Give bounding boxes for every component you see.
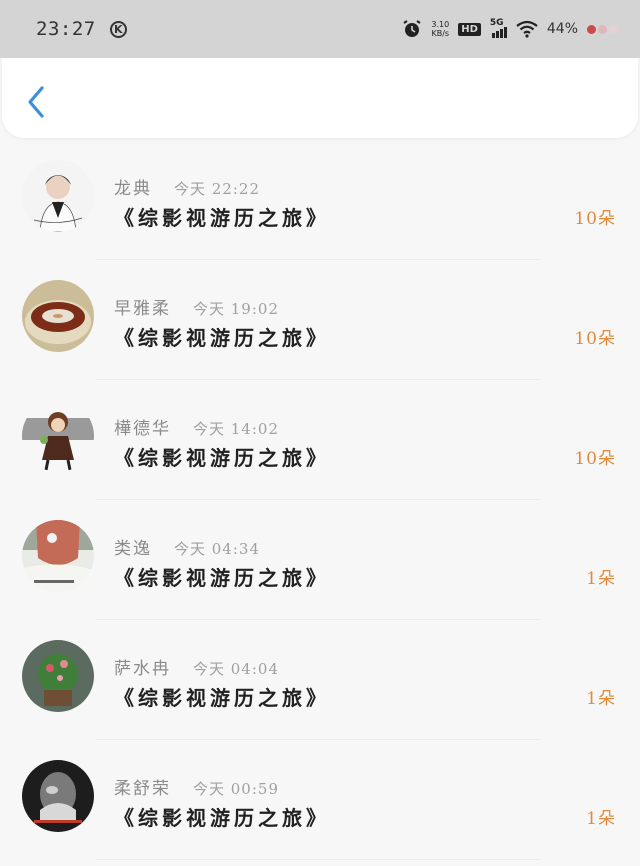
book-title: 《综影视游历之旅》 <box>114 566 330 590</box>
sender-name: 早雅柔 <box>114 299 171 319</box>
sender-line: 樺德华 今天 14:02 <box>114 414 279 439</box>
gift-time: 今天 14:02 <box>193 420 279 438</box>
gift-time: 今天 19:02 <box>193 300 279 318</box>
header-bar <box>2 58 638 138</box>
list-item[interactable]: 早雅柔 今天 19:02 《综影视游历之旅》 10朵 <box>0 260 640 380</box>
status-time: 23:27 <box>36 18 96 40</box>
avatar[interactable] <box>22 400 94 472</box>
sender-line: 柔舒荣 今天 00:59 <box>114 774 279 799</box>
gift-time: 今天 04:34 <box>174 540 260 558</box>
sender-name: 龙典 <box>114 179 152 199</box>
book-title: 《综影视游历之旅》 <box>114 806 330 830</box>
book-title: 《综影视游历之旅》 <box>114 326 330 350</box>
sender-line: 萨水冉 今天 04:04 <box>114 654 279 679</box>
flower-count: 10朵 <box>574 329 616 349</box>
status-bar: 23:27 K 3.10 KB/s HD 5G 44% <box>0 0 640 58</box>
flower-count: 1朵 <box>586 809 616 829</box>
gift-time: 今天 04:04 <box>193 660 279 678</box>
battery-icon <box>587 24 618 34</box>
alarm-icon <box>403 20 421 37</box>
book-title: 《综影视游历之旅》 <box>114 686 330 710</box>
sender-name: 樺德华 <box>114 419 171 439</box>
flower-count: 10朵 <box>574 449 616 469</box>
net-speed-value: 3.10 <box>431 20 450 29</box>
flower-count: 1朵 <box>586 689 616 709</box>
list-item[interactable]: 萨水冉 今天 04:04 《综影视游历之旅》 1朵 <box>0 620 640 740</box>
network-type-label: 5G <box>489 18 504 28</box>
avatar[interactable] <box>22 520 94 592</box>
sender-line: 龙典 今天 22:22 <box>114 174 260 199</box>
net-speed: 3.10 KB/s <box>431 20 449 38</box>
sender-line: 早雅柔 今天 19:02 <box>114 294 279 319</box>
net-speed-unit: KB/s <box>431 29 450 38</box>
wifi-icon <box>516 20 538 38</box>
list-item[interactable]: 樺德华 今天 14:02 《综影视游历之旅》 10朵 <box>0 380 640 500</box>
hd-badge: HD <box>458 22 481 36</box>
avatar[interactable] <box>22 280 94 352</box>
gift-time: 今天 22:22 <box>174 180 260 198</box>
gift-time: 今天 00:59 <box>193 780 279 798</box>
book-title: 《综影视游历之旅》 <box>114 206 330 230</box>
flower-count: 10朵 <box>574 209 616 229</box>
sender-name: 类逸 <box>114 539 152 559</box>
book-title: 《综影视游历之旅》 <box>114 446 330 470</box>
gift-record-list: 龙典 今天 22:22 《综影视游历之旅》 10朵 早雅柔 今天 19:02 《… <box>0 140 640 860</box>
battery-percent: 44% <box>546 21 578 37</box>
list-item[interactable]: 龙典 今天 22:22 《综影视游历之旅》 10朵 <box>0 140 640 260</box>
avatar[interactable] <box>22 160 94 232</box>
divider <box>96 859 540 860</box>
avatar[interactable] <box>22 640 94 712</box>
sender-line: 类逸 今天 04:34 <box>114 534 260 559</box>
status-left: 23:27 K <box>36 18 127 40</box>
list-item[interactable]: 类逸 今天 04:34 《综影视游历之旅》 1朵 <box>0 500 640 620</box>
k-badge-icon: K <box>109 20 127 38</box>
status-right: 3.10 KB/s HD 5G 44% <box>402 18 618 39</box>
chevron-left-icon[interactable] <box>22 84 52 120</box>
flower-count: 1朵 <box>586 569 616 589</box>
signal-icon: 5G <box>489 18 507 38</box>
avatar[interactable] <box>22 760 94 832</box>
sender-name: 萨水冉 <box>114 659 171 679</box>
sender-name: 柔舒荣 <box>114 779 171 799</box>
list-item[interactable]: 柔舒荣 今天 00:59 《综影视游历之旅》 1朵 <box>0 740 640 860</box>
